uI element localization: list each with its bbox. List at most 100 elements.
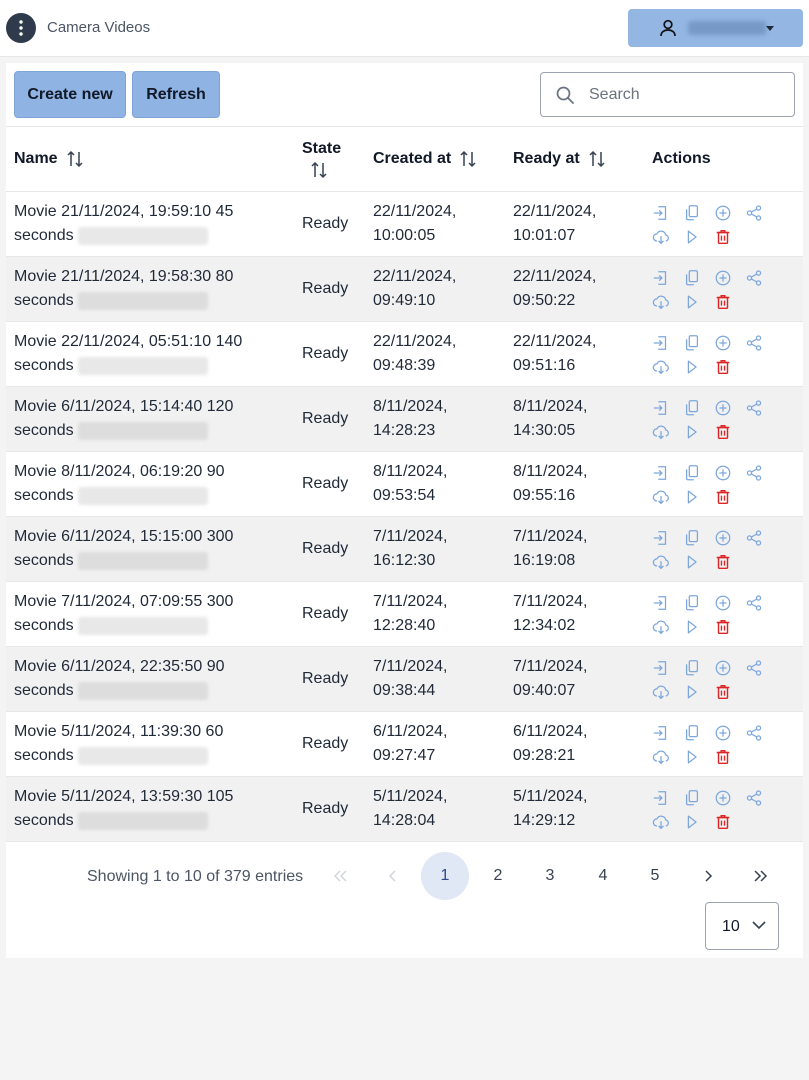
import-button[interactable] [652, 464, 683, 482]
download-button[interactable] [652, 748, 683, 766]
created-time: 16:12:30 [373, 552, 436, 569]
play-button[interactable] [683, 553, 714, 571]
download-button[interactable] [652, 813, 683, 831]
header-created[interactable]: Created at [365, 127, 505, 192]
page-2-button[interactable]: 2 [474, 852, 522, 900]
play-button[interactable] [683, 423, 714, 441]
prev-page-button[interactable] [369, 852, 417, 900]
name-cell: Movie 5/11/2024, 11:39:30 60 seconds [6, 712, 294, 777]
sort-icon[interactable] [459, 149, 477, 169]
share-button[interactable] [745, 659, 776, 677]
add-button[interactable] [714, 789, 745, 807]
delete-button[interactable] [714, 488, 745, 506]
share-button[interactable] [745, 464, 776, 482]
delete-button[interactable] [714, 423, 745, 441]
play-button[interactable] [683, 813, 714, 831]
copy-button[interactable] [683, 594, 714, 612]
add-button[interactable] [714, 594, 745, 612]
menu-button[interactable] [6, 13, 36, 43]
share-button[interactable] [745, 529, 776, 547]
page-3-button[interactable]: 3 [526, 852, 574, 900]
delete-button[interactable] [714, 813, 745, 831]
play-button[interactable] [683, 488, 714, 506]
create-new-button[interactable]: Create new [14, 71, 126, 118]
share-button[interactable] [745, 204, 776, 222]
download-button[interactable] [652, 553, 683, 571]
download-button[interactable] [652, 293, 683, 311]
download-button[interactable] [652, 618, 683, 636]
import-button[interactable] [652, 529, 683, 547]
header-ready[interactable]: Ready at [505, 127, 644, 192]
download-button[interactable] [652, 683, 683, 701]
page-size-select[interactable]: 10 [705, 902, 779, 950]
copy-button[interactable] [683, 724, 714, 742]
copy-button[interactable] [683, 789, 714, 807]
copy-button[interactable] [683, 399, 714, 417]
copy-button[interactable] [683, 529, 714, 547]
import-button[interactable] [652, 724, 683, 742]
sort-icon[interactable] [66, 149, 84, 169]
add-button[interactable] [714, 464, 745, 482]
add-button[interactable] [714, 269, 745, 287]
play-button[interactable] [683, 748, 714, 766]
import-button[interactable] [652, 789, 683, 807]
download-button[interactable] [652, 358, 683, 376]
page-5-button[interactable]: 5 [631, 852, 679, 900]
add-button[interactable] [714, 529, 745, 547]
header-name[interactable]: Name [6, 127, 294, 192]
copy-icon [685, 595, 699, 611]
add-button[interactable] [714, 334, 745, 352]
import-icon [653, 271, 667, 285]
play-button[interactable] [683, 358, 714, 376]
share-button[interactable] [745, 789, 776, 807]
delete-button[interactable] [714, 748, 745, 766]
import-button[interactable] [652, 204, 683, 222]
delete-button[interactable] [714, 618, 745, 636]
search-input[interactable] [589, 73, 784, 116]
header-state[interactable]: State [294, 127, 365, 192]
delete-button[interactable] [714, 683, 745, 701]
share-button[interactable] [745, 399, 776, 417]
download-button[interactable] [652, 488, 683, 506]
play-icon [687, 360, 697, 374]
delete-button[interactable] [714, 358, 745, 376]
first-page-button[interactable] [316, 852, 364, 900]
import-button[interactable] [652, 269, 683, 287]
download-button[interactable] [652, 423, 683, 441]
page-4-button[interactable]: 4 [579, 852, 627, 900]
add-button[interactable] [714, 659, 745, 677]
share-button[interactable] [745, 594, 776, 612]
delete-button[interactable] [714, 228, 745, 246]
import-button[interactable] [652, 399, 683, 417]
import-button[interactable] [652, 594, 683, 612]
sort-icon[interactable] [310, 160, 328, 180]
share-button[interactable] [745, 269, 776, 287]
download-button[interactable] [652, 228, 683, 246]
delete-button[interactable] [714, 293, 745, 311]
next-page-button[interactable] [684, 852, 732, 900]
copy-button[interactable] [683, 269, 714, 287]
add-button[interactable] [714, 204, 745, 222]
add-button[interactable] [714, 399, 745, 417]
play-button[interactable] [683, 293, 714, 311]
play-button[interactable] [683, 618, 714, 636]
copy-button[interactable] [683, 204, 714, 222]
copy-button[interactable] [683, 659, 714, 677]
import-button[interactable] [652, 334, 683, 352]
last-page-button[interactable] [737, 852, 785, 900]
copy-button[interactable] [683, 464, 714, 482]
play-button[interactable] [683, 683, 714, 701]
user-menu-button[interactable] [628, 9, 803, 47]
play-button[interactable] [683, 228, 714, 246]
actions-cell [644, 582, 803, 647]
share-button[interactable] [745, 724, 776, 742]
add-button[interactable] [714, 724, 745, 742]
sort-icon[interactable] [588, 149, 606, 169]
copy-button[interactable] [683, 334, 714, 352]
refresh-button[interactable]: Refresh [132, 71, 220, 118]
delete-icon [716, 619, 730, 635]
import-button[interactable] [652, 659, 683, 677]
delete-button[interactable] [714, 553, 745, 571]
page-1-button[interactable]: 1 [421, 852, 469, 900]
share-button[interactable] [745, 334, 776, 352]
